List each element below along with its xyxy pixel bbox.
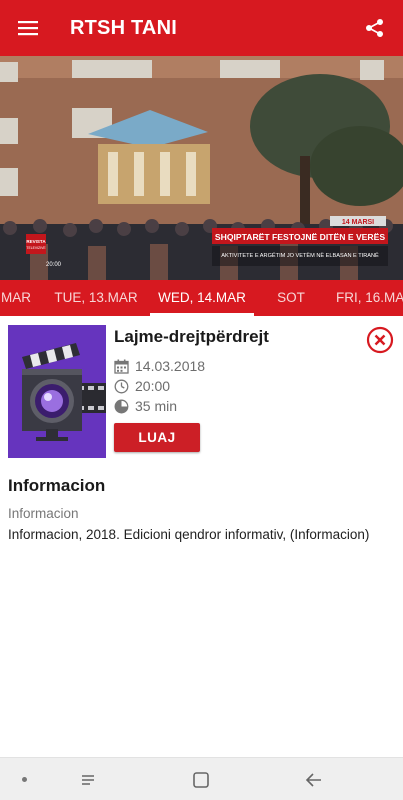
date-tab-fri[interactable]: FRI, 16.MAR [330, 280, 403, 316]
program-title: Lajme-drejtpërdrejt [114, 327, 269, 346]
date-tab-prev[interactable]: MAR [0, 280, 38, 316]
home-icon[interactable] [189, 768, 213, 792]
program-date-row: 14.03.2018 [114, 356, 205, 376]
date-tab-today[interactable]: SOT [262, 280, 320, 316]
program-duration: 35 min [135, 398, 178, 414]
clapperboard-camera-icon [8, 325, 106, 458]
app-title: RTSH TANI [70, 16, 177, 39]
video-clock: 20:00 [46, 262, 62, 268]
info-description: Informacion, 2018. Edicioni qendror info… [8, 527, 370, 542]
play-button[interactable]: LUAJ [114, 423, 200, 452]
clock-icon [114, 379, 129, 394]
program-card: Lajme-drejtpërdrejt 14.03.2018 20:00 35 … [0, 316, 403, 466]
hamburger-menu-icon[interactable] [0, 0, 56, 56]
share-icon[interactable] [355, 8, 395, 48]
channel-logo-text: REVISTA [26, 239, 46, 244]
ticker-headline-text: SHQIPTARËT FESTOJNË DITËN E VERËS [215, 232, 385, 242]
calendar-icon [114, 359, 129, 374]
program-time: 20:00 [135, 378, 171, 394]
channel-logo-subtext: TELEVIZIVE [26, 246, 46, 250]
channel-logo [26, 234, 46, 254]
date-tabs: MAR TUE, 13.MAR WED, 14.MAR SOT FRI, 16.… [0, 280, 403, 316]
video-frame: REVISTA TELEVIZIVE 20:00 14 MARSI SHQIPT… [0, 56, 403, 280]
info-title: Informacion [8, 476, 106, 495]
program-duration-row: 35 min [114, 396, 177, 416]
date-tab-tue[interactable]: TUE, 13.MAR [48, 280, 144, 316]
system-nav-bar [0, 757, 403, 800]
back-arrow-icon[interactable] [302, 768, 326, 792]
app-bar: RTSH TANI [0, 0, 403, 56]
ticker-date-text: 14 MARSI [342, 219, 374, 226]
dot-icon[interactable] [22, 777, 27, 782]
duration-icon [114, 399, 129, 414]
close-circle-icon[interactable] [366, 326, 394, 354]
recents-icon[interactable] [76, 768, 100, 792]
program-time-row: 20:00 [114, 376, 170, 396]
info-category: Informacion [8, 506, 79, 521]
ticker-subline-text: AKTIVITETE E ARGËTIM JO VETËM NË ELBASAN… [221, 252, 379, 259]
date-tab-wed[interactable]: WED, 14.MAR [150, 280, 254, 316]
video-player[interactable]: REVISTA TELEVIZIVE 20:00 14 MARSI SHQIPT… [0, 56, 403, 280]
program-date: 14.03.2018 [135, 358, 206, 374]
